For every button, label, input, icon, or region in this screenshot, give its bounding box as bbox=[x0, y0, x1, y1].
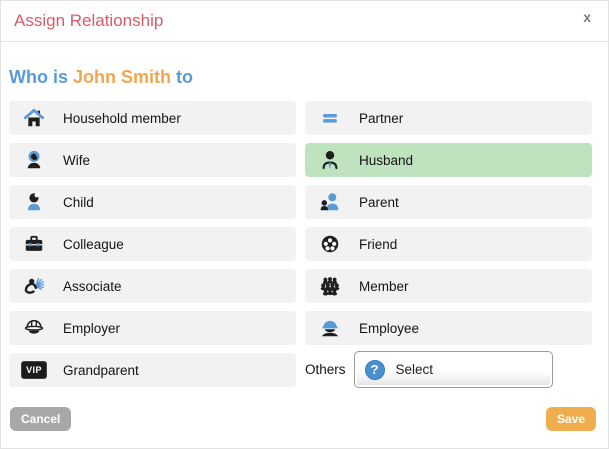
option-husband[interactable]: Husband bbox=[305, 143, 592, 177]
option-employee[interactable]: Employee bbox=[305, 311, 592, 345]
associate-icon bbox=[21, 274, 47, 298]
person-name: John Smith bbox=[73, 67, 171, 87]
equals-bars-icon bbox=[317, 106, 343, 130]
option-label: Household member bbox=[63, 111, 181, 126]
others-label: Others bbox=[305, 362, 346, 377]
option-member[interactable]: Member bbox=[305, 269, 592, 303]
option-household-member[interactable]: Household member bbox=[9, 101, 296, 135]
child-icon bbox=[21, 190, 47, 214]
close-icon[interactable]: x bbox=[579, 8, 595, 26]
cancel-button[interactable]: Cancel bbox=[10, 407, 71, 431]
option-label: Partner bbox=[359, 111, 403, 126]
question-icon: ? bbox=[365, 360, 385, 380]
select-button-label: Select bbox=[396, 362, 434, 377]
dialog-header: Assign Relationship x bbox=[1, 1, 608, 42]
husband-tie-icon bbox=[317, 148, 343, 172]
option-child[interactable]: Child bbox=[9, 185, 296, 219]
vip-icon: VIP bbox=[21, 358, 47, 382]
dialog-title: Assign Relationship bbox=[14, 11, 163, 31]
option-wife[interactable]: Wife bbox=[9, 143, 296, 177]
wife-icon bbox=[21, 148, 47, 172]
option-label: Grandparent bbox=[63, 363, 139, 378]
option-associate[interactable]: Associate bbox=[9, 269, 296, 303]
heading-suffix: to bbox=[171, 67, 193, 87]
option-label: Member bbox=[359, 279, 409, 294]
option-label: Parent bbox=[359, 195, 399, 210]
heading-prefix: Who is bbox=[9, 67, 73, 87]
save-button[interactable]: Save bbox=[546, 407, 596, 431]
option-label: Associate bbox=[63, 279, 122, 294]
left-column: Household member Wife bbox=[9, 101, 296, 388]
employer-hardhat-icon bbox=[21, 316, 47, 340]
option-label: Employer bbox=[63, 321, 120, 336]
crowd-icon bbox=[317, 274, 343, 298]
option-label: Child bbox=[63, 195, 94, 210]
house-icon bbox=[21, 106, 47, 130]
option-friend[interactable]: Friend bbox=[305, 227, 592, 261]
others-select-button[interactable]: ? Select bbox=[354, 351, 553, 388]
right-column: Partner Husband bbox=[305, 101, 592, 388]
others-row: Others ? Select bbox=[305, 351, 592, 388]
relationship-grid: Household member Wife bbox=[1, 101, 608, 388]
option-label: Friend bbox=[359, 237, 397, 252]
parent-pair-icon bbox=[317, 190, 343, 214]
option-employer[interactable]: Employer bbox=[9, 311, 296, 345]
option-label: Colleague bbox=[63, 237, 124, 252]
option-label: Husband bbox=[359, 153, 413, 168]
question-heading: Who is John Smith to bbox=[9, 67, 600, 88]
soccer-ball-icon bbox=[317, 232, 343, 256]
option-colleague[interactable]: Colleague bbox=[9, 227, 296, 261]
option-label: Employee bbox=[359, 321, 419, 336]
employee-hardhat-icon bbox=[317, 316, 343, 340]
option-label: Wife bbox=[63, 153, 90, 168]
option-parent[interactable]: Parent bbox=[305, 185, 592, 219]
option-partner[interactable]: Partner bbox=[305, 101, 592, 135]
vip-badge-text: VIP bbox=[21, 361, 47, 379]
assign-relationship-dialog: Assign Relationship x Who is John Smith … bbox=[0, 0, 609, 449]
option-grandparent[interactable]: VIP Grandparent bbox=[9, 353, 296, 387]
briefcase-icon bbox=[21, 232, 47, 256]
